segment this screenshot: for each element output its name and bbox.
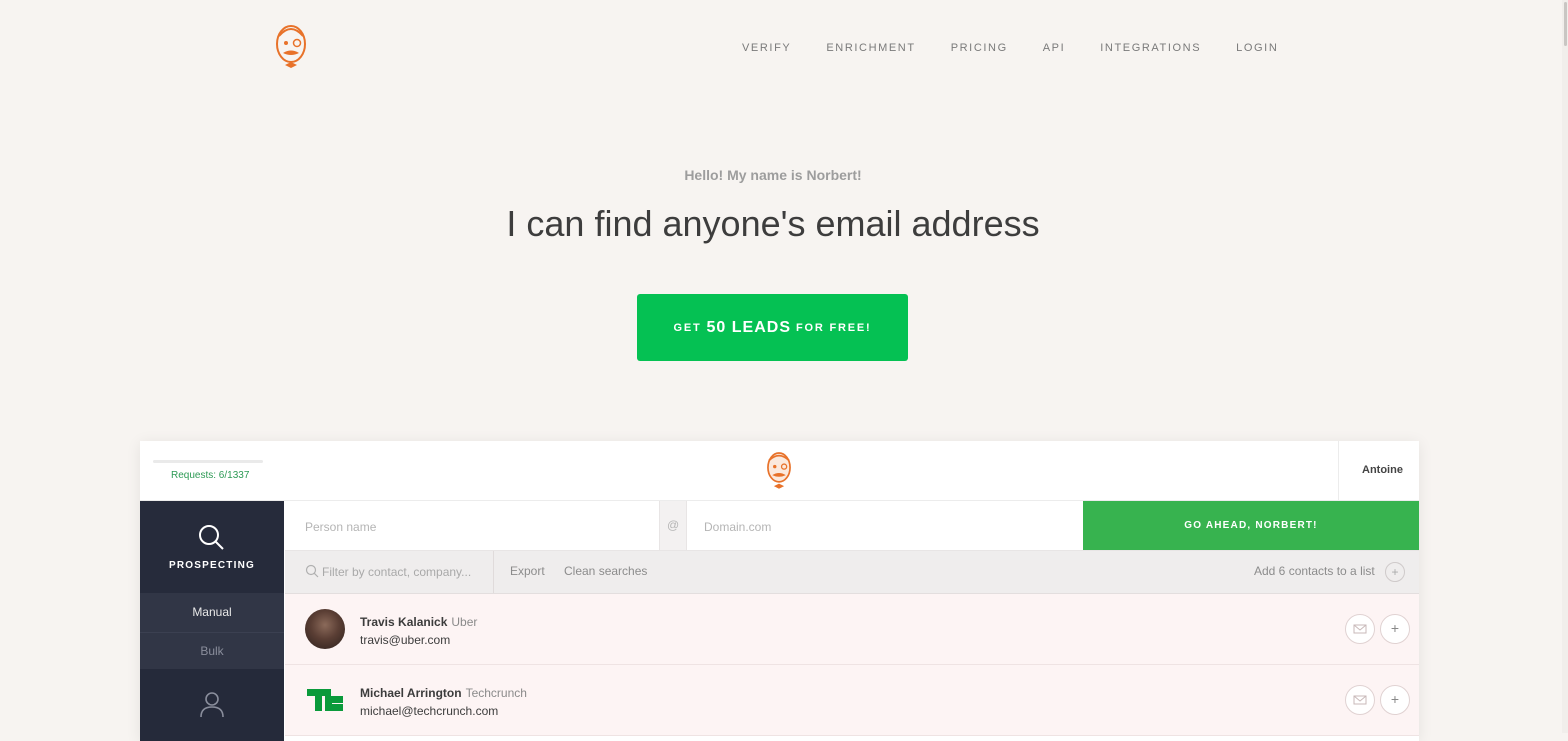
mail-icon (1353, 695, 1367, 705)
nav-pricing[interactable]: PRICING (951, 42, 1008, 54)
at-sign: @ (667, 518, 680, 532)
filter-input-box[interactable]: Filter by contact, company... (285, 551, 494, 593)
contact-email: michael@techcrunch.com (360, 704, 499, 718)
export-link[interactable]: Export (510, 564, 545, 578)
search-icon (199, 525, 224, 550)
add-to-list-button[interactable]: + (1385, 562, 1405, 582)
filter-search-icon (305, 564, 319, 578)
contact-email: travis@uber.com (360, 633, 451, 647)
techcrunch-logo-icon (307, 689, 343, 711)
add-to-list-label: Add 6 contacts to a list (1254, 564, 1375, 578)
avatar (305, 609, 345, 649)
app-preview: Requests: 6/1337 Antoine PROSPECTING Man… (140, 441, 1419, 741)
mail-button[interactable] (1345, 614, 1375, 644)
nav-integrations[interactable]: INTEGRATIONS (1100, 42, 1201, 54)
requests-counter: Requests: 6/1337 (171, 470, 250, 481)
sidebar-item-prospecting[interactable]: PROSPECTING (140, 501, 284, 593)
scrollbar-thumb[interactable] (1564, 2, 1567, 46)
domain-input[interactable]: Domain.com (704, 520, 771, 534)
contact-name: Travis Kalanick (360, 615, 448, 629)
filter-toolbar: Filter by contact, company... Export Cle… (285, 551, 1419, 594)
contact-company: Techcrunch (465, 686, 527, 700)
go-ahead-button[interactable]: GO AHEAD, NORBERT! (1083, 501, 1419, 550)
mail-icon (1353, 624, 1367, 634)
top-nav: VERIFY ENRICHMENT PRICING API INTEGRATIO… (742, 42, 1313, 54)
contact-name-line: Michael Arrington Techcrunch (360, 686, 527, 700)
sidebar-item-bulk[interactable]: Bulk (140, 644, 284, 658)
norbert-app-logo-icon (767, 452, 791, 489)
nav-api[interactable]: API (1043, 42, 1066, 54)
cta-suffix: FOR FREE! (796, 321, 872, 334)
norbert-logo-icon[interactable] (271, 22, 311, 72)
cta-emphasis: 50 LEADS (706, 318, 791, 336)
clean-searches-link[interactable]: Clean searches (564, 564, 647, 578)
user-icon[interactable] (198, 690, 226, 718)
contact-name-line: Travis Kalanick Uber (360, 615, 477, 629)
contact-name: Michael Arrington (360, 686, 462, 700)
contact-row[interactable]: Michael Arrington Techcrunch michael@tech… (285, 665, 1419, 736)
nav-verify[interactable]: VERIFY (742, 42, 791, 54)
contact-company: Uber (451, 615, 478, 629)
sidebar-divider (140, 632, 284, 633)
user-name[interactable]: Antoine (1362, 464, 1403, 476)
mail-button[interactable] (1345, 685, 1375, 715)
search-row: Person name @ Domain.com GO AHEAD, NORBE… (285, 501, 1419, 551)
cta-prefix: GET (673, 321, 702, 334)
add-contact-button[interactable]: + (1380, 685, 1410, 715)
hero-headline: I can find anyone's email address (506, 203, 1040, 244)
header-divider (1338, 441, 1339, 500)
hero-greeting: Hello! My name is Norbert! (684, 167, 862, 183)
at-separator: @ (659, 501, 687, 550)
requests-progress-bar (153, 460, 263, 463)
app-sidebar: PROSPECTING Manual Bulk (140, 501, 284, 741)
contact-row[interactable]: Travis Kalanick Uber travis@uber.com + (285, 594, 1419, 665)
sidebar-item-manual[interactable]: Manual (140, 605, 284, 619)
page-scrollbar[interactable] (1562, 0, 1568, 733)
add-contact-button[interactable]: + (1380, 614, 1410, 644)
person-name-input[interactable]: Person name (305, 520, 376, 534)
filter-input[interactable]: Filter by contact, company... (322, 565, 471, 579)
nav-enrichment[interactable]: ENRICHMENT (826, 42, 915, 54)
nav-login[interactable]: LOGIN (1236, 42, 1278, 54)
app-header: Requests: 6/1337 Antoine (140, 441, 1419, 501)
get-leads-button[interactable]: GET 50 LEADS FOR FREE! (637, 294, 908, 361)
sidebar-prospecting-label: PROSPECTING (169, 560, 255, 571)
